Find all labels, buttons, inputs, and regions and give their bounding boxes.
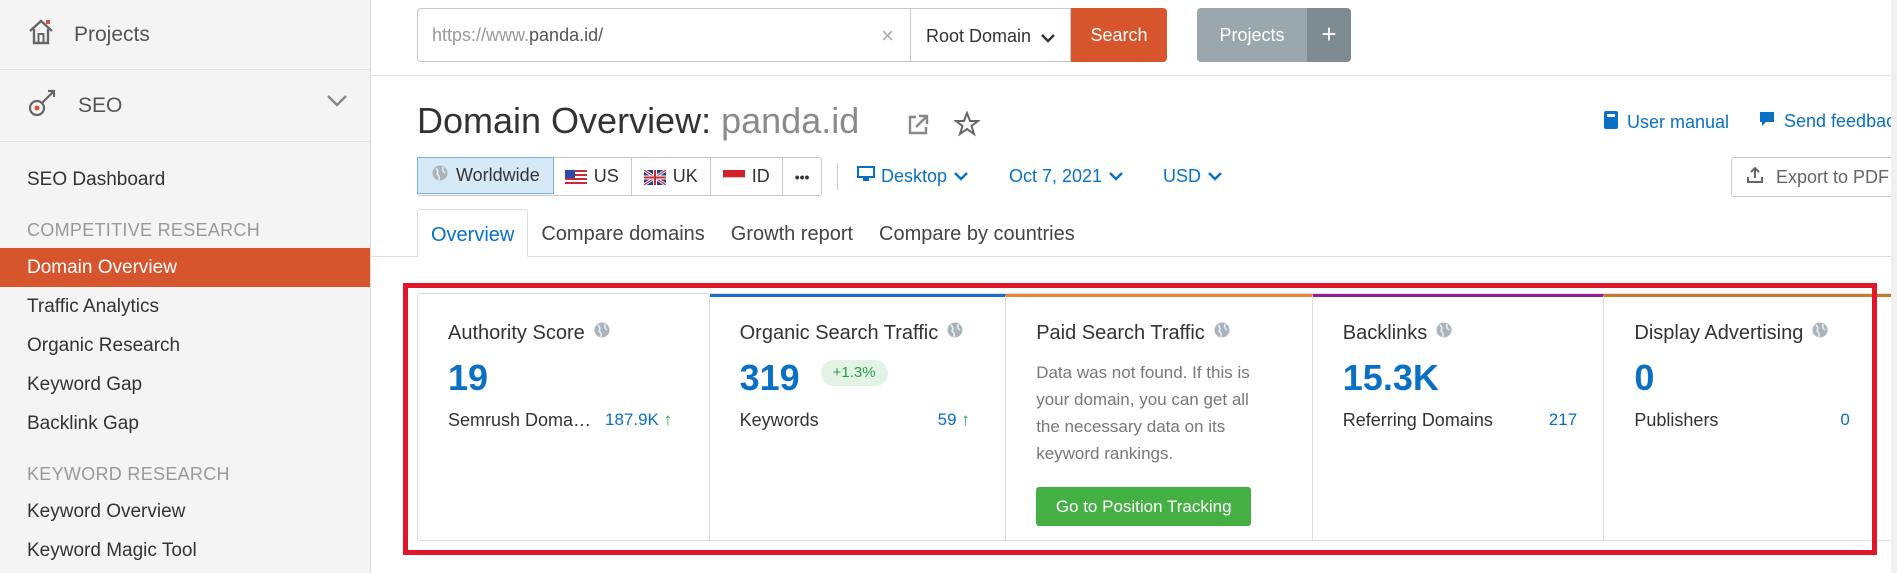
sidebar-seo-label: SEO [78,93,123,117]
tab-growth-report[interactable]: Growth report [718,209,866,257]
sidebar-list: SEO Dashboard COMPETITIVE RESEARCH Domai… [0,142,370,570]
seo-icon [26,86,60,125]
highlight-box [403,283,1877,555]
star-icon[interactable] [953,110,981,142]
sidebar-projects-label: Projects [74,22,150,46]
page-title-domain: panda.id [721,100,860,141]
tab-compare-by-countries[interactable]: Compare by countries [866,209,1088,257]
region-us[interactable]: US [553,158,632,195]
region-id[interactable]: ID [711,158,783,195]
sidebar-heading-competitive: COMPETITIVE RESEARCH [27,220,261,240]
sidebar: Projects SEO SEO Dashboard COMPETITIVE R… [0,0,371,573]
projects-button[interactable]: Projects [1197,8,1307,62]
sidebar-section-seo[interactable]: SEO [0,70,370,142]
more-regions-button[interactable]: ••• [783,158,822,195]
export-pdf-button[interactable]: Export to PDF [1731,157,1897,197]
home-icon [26,17,56,52]
device-dropdown[interactable]: Desktop [857,166,969,187]
scope-select[interactable]: Root Domain [911,8,1071,62]
external-link-icon[interactable] [905,112,931,143]
us-flag-icon [564,169,587,185]
sidebar-item-keyword-overview[interactable]: Keyword Overview [0,492,370,531]
sidebar-item-organic-research[interactable]: Organic Research [0,326,370,365]
tab-overview[interactable]: Overview [417,209,529,257]
date-dropdown[interactable]: Oct 7, 2021 [1009,166,1124,187]
sidebar-item-projects[interactable]: Projects [0,0,370,70]
sidebar-item-keyword-gap[interactable]: Keyword Gap [0,365,370,404]
scope-select-value: Root Domain [926,26,1032,46]
region-filter-group: Worldwide US UK ID ••• [417,157,823,196]
id-flag-icon [722,169,745,186]
region-uk[interactable]: UK [632,158,711,195]
search-button[interactable]: Search [1071,8,1167,62]
chevron-down-icon [1108,166,1124,187]
globe-icon [431,164,449,187]
app-root: Projects SEO SEO Dashboard COMPETITIVE R… [0,0,1897,573]
upload-icon [1746,166,1764,189]
add-project-button[interactable]: + [1307,8,1351,62]
chat-bubble-icon [1758,110,1776,133]
search-input[interactable]: https://www.panda.id/ × [417,8,911,62]
sidebar-item-domain-overview[interactable]: Domain Overview [0,248,370,287]
sidebar-item-traffic-analytics[interactable]: Traffic Analytics [0,287,370,326]
user-manual-link[interactable]: User manual [1603,110,1729,135]
more-icon: ••• [794,168,810,185]
chevron-down-icon [1040,31,1056,49]
search-input-value: https://www.panda.id/ [432,25,604,45]
tab-bar: Overview Compare domains Growth report C… [417,209,1088,257]
topbar: https://www.panda.id/ × Root Domain Sear… [371,0,1897,76]
uk-flag-icon [642,168,667,187]
book-icon [1603,110,1619,135]
tab-compare-domains[interactable]: Compare domains [528,209,717,257]
currency-dropdown[interactable]: USD [1163,166,1223,187]
filter-divider [837,163,838,190]
region-worldwide[interactable]: Worldwide [417,157,554,194]
chevron-down-icon [953,166,969,187]
chevron-down-icon [1207,166,1223,187]
page-title: Domain Overview: panda.id [417,100,860,141]
clear-icon[interactable]: × [881,23,894,49]
sidebar-item-keyword-magic-tool[interactable]: Keyword Magic Tool [0,531,370,570]
sidebar-heading-keyword: KEYWORD RESEARCH [27,464,230,484]
sidebar-item-seo-dashboard[interactable]: SEO Dashboard [0,160,370,199]
scrollbar[interactable] [1891,0,1897,573]
desktop-icon [857,166,875,187]
sidebar-item-backlink-gap[interactable]: Backlink Gap [0,404,370,443]
send-feedback-link[interactable]: Send feedback [1758,110,1897,133]
chevron-down-icon[interactable] [326,94,348,113]
